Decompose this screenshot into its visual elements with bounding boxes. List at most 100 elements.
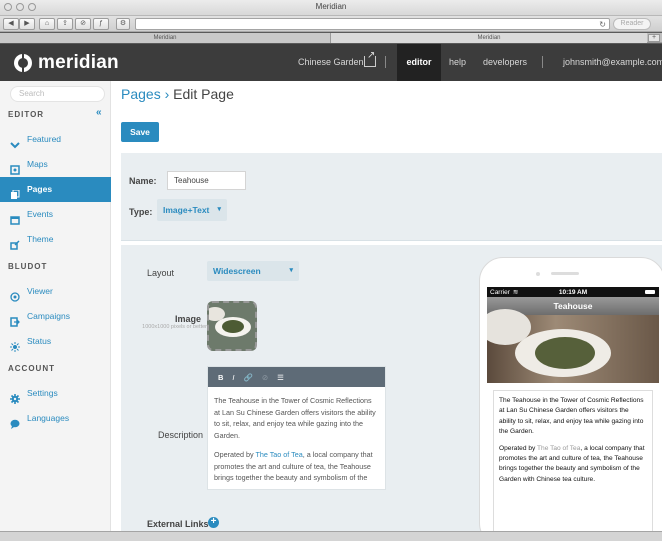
battery-icon <box>645 290 655 294</box>
phone-camera <box>536 272 540 276</box>
phone-status-bar: Carrier ≋ 10:19 AM <box>487 287 659 297</box>
window-title: Meridian <box>315 2 347 11</box>
sidebar-item-label: Events <box>27 209 53 219</box>
sidebar-item-viewer[interactable]: Viewer <box>0 279 111 304</box>
tao-of-tea-link[interactable]: The Tao of Tea <box>255 450 302 459</box>
sidebar-item-label: Settings <box>27 388 58 398</box>
layout-label: Layout <box>147 268 175 278</box>
nav-project[interactable]: Chinese Garden <box>298 44 364 81</box>
nav-help[interactable]: help <box>449 44 466 81</box>
type-select[interactable]: Image+Text ▾ <box>157 199 227 221</box>
nav-divider <box>385 56 386 68</box>
page-settings-panel: Name: Teahouse Type: Image+Text ▾ <box>121 153 662 241</box>
sidebar-item-campaigns[interactable]: Campaigns <box>0 304 111 329</box>
nav-divider <box>542 56 543 68</box>
share-icon[interactable] <box>364 50 376 67</box>
description-paragraph: Operated by The Tao of Tea, a local comp… <box>214 450 373 482</box>
window-titlebar: Meridian <box>0 0 662 16</box>
link-icon[interactable]: 🔗 <box>244 373 253 382</box>
sidebar-item-languages[interactable]: Languages <box>0 406 111 431</box>
editor-toolbar: B I 🔗 ⊘ ☰ <box>208 367 385 387</box>
script-icon[interactable]: ƒ <box>93 18 109 30</box>
content-panel: Layout Widescreen ▾ Image 1000x1000 pixe… <box>121 245 662 541</box>
phone-page-body: The Teahouse in the Tower of Cosmic Refl… <box>493 390 653 540</box>
block-icon[interactable]: ⊘ <box>75 18 91 30</box>
theme-icon <box>10 235 20 250</box>
forward-icon[interactable]: ▶ <box>19 18 35 30</box>
phone-preview: Carrier ≋ 10:19 AM Teahouse The Teahouse… <box>479 257 662 541</box>
logo[interactable]: meridian <box>14 52 119 74</box>
italic-icon[interactable]: I <box>232 373 234 382</box>
name-field[interactable]: Teahouse <box>167 171 246 190</box>
sidebar-heading-editor: EDITOR <box>8 110 45 119</box>
search-input[interactable]: Search <box>10 86 105 102</box>
browser-tab-1[interactable]: Meridian <box>0 33 331 43</box>
nav-developers[interactable]: developers <box>483 44 527 81</box>
sidebar-item-label: Status <box>27 336 52 346</box>
phone-page-image <box>487 309 659 383</box>
reload-icon[interactable]: ↻ <box>599 20 606 29</box>
sidebar-item-label: Pages <box>27 184 53 194</box>
description-editor[interactable]: B I 🔗 ⊘ ☰ The Teahouse in the Tower of C… <box>207 366 386 490</box>
caret-down-icon: ▾ <box>217 206 221 213</box>
sidebar-item-maps[interactable]: Maps <box>0 152 111 177</box>
add-link-button[interactable]: + <box>208 517 219 528</box>
bold-icon[interactable]: B <box>218 373 223 382</box>
url-bar[interactable]: ↻ <box>135 18 610 30</box>
sidebar-item-label: Campaigns <box>27 311 70 321</box>
nav-editor[interactable]: editor <box>397 44 441 81</box>
collapse-sidebar-icon[interactable]: « <box>96 107 102 118</box>
main-content: Pages › Edit Page Save Name: Teahouse Ty… <box>111 81 662 541</box>
sidebar-item-label: Featured <box>27 134 62 144</box>
layout-select[interactable]: Widescreen ▾ <box>207 261 299 281</box>
sidebar-item-label: Viewer <box>27 286 53 296</box>
nav-user-menu[interactable]: johnsmith@example.com ▾ <box>563 44 662 104</box>
tools-icon[interactable]: ⚙ <box>116 18 130 30</box>
user-email: johnsmith@example.com <box>563 57 662 67</box>
status-icon <box>10 337 20 352</box>
browser-tab-label: Meridian <box>477 35 501 41</box>
phone-tao-of-tea-link: The Tao of Tea <box>537 444 581 452</box>
reader-button[interactable]: Reader <box>613 18 651 30</box>
calendar-icon <box>10 210 20 225</box>
viewer-icon <box>10 287 20 302</box>
sidebar-item-label: Theme <box>27 234 54 244</box>
new-tab-icon[interactable]: + <box>648 34 660 42</box>
sidebar: Search EDITOR « Featured Maps Pages Even… <box>0 81 111 531</box>
description-label: Description <box>158 430 204 440</box>
sidebar-heading-account: ACCOUNT <box>8 364 55 373</box>
sidebar-item-settings[interactable]: Settings <box>0 381 111 406</box>
caret-down-icon: ▾ <box>289 267 293 274</box>
window-bottom-bar <box>0 531 662 541</box>
editor-body[interactable]: The Teahouse in the Tower of Cosmic Refl… <box>208 387 385 489</box>
page-title: Edit Page <box>173 86 234 102</box>
phone-screen: Carrier ≋ 10:19 AM Teahouse The Teahouse… <box>487 287 659 541</box>
list-icon[interactable]: ☰ <box>277 373 284 382</box>
browser-tab-2[interactable]: Meridian <box>331 33 647 43</box>
back-icon[interactable]: ◀ <box>3 18 19 30</box>
sidebar-item-label: Maps <box>27 159 48 169</box>
breadcrumb-parent-link[interactable]: Pages <box>121 86 161 102</box>
browser-tab-label: Meridian <box>153 35 177 41</box>
meridian-logo-icon <box>14 54 32 72</box>
save-button[interactable]: Save <box>121 122 159 142</box>
gear-icon <box>10 389 20 404</box>
external-links-label: External Links <box>147 519 209 529</box>
type-label: Type: <box>129 207 153 217</box>
sidebar-heading-bludot: BLUDOT <box>8 262 48 271</box>
description-paragraph: The Teahouse in the Tower of Cosmic Refl… <box>214 396 376 440</box>
logo-text: meridian <box>38 52 119 73</box>
sidebar-item-status[interactable]: Status <box>0 329 111 354</box>
sidebar-item-pages[interactable]: Pages <box>0 177 111 202</box>
sidebar-item-events[interactable]: Events <box>0 202 111 227</box>
unlink-icon[interactable]: ⊘ <box>262 373 268 382</box>
breadcrumb: Pages › Edit Page <box>121 86 234 102</box>
share-page-icon[interactable]: ⇪ <box>57 18 73 30</box>
app-header: meridian Chinese Garden editor help deve… <box>0 44 662 104</box>
home-icon[interactable]: ⌂ <box>39 18 55 30</box>
sidebar-item-featured[interactable]: Featured <box>0 127 111 152</box>
image-thumbnail[interactable] <box>207 301 257 351</box>
breadcrumb-separator: › <box>164 86 170 102</box>
name-label: Name: <box>129 176 157 186</box>
sidebar-item-theme[interactable]: Theme <box>0 227 111 252</box>
